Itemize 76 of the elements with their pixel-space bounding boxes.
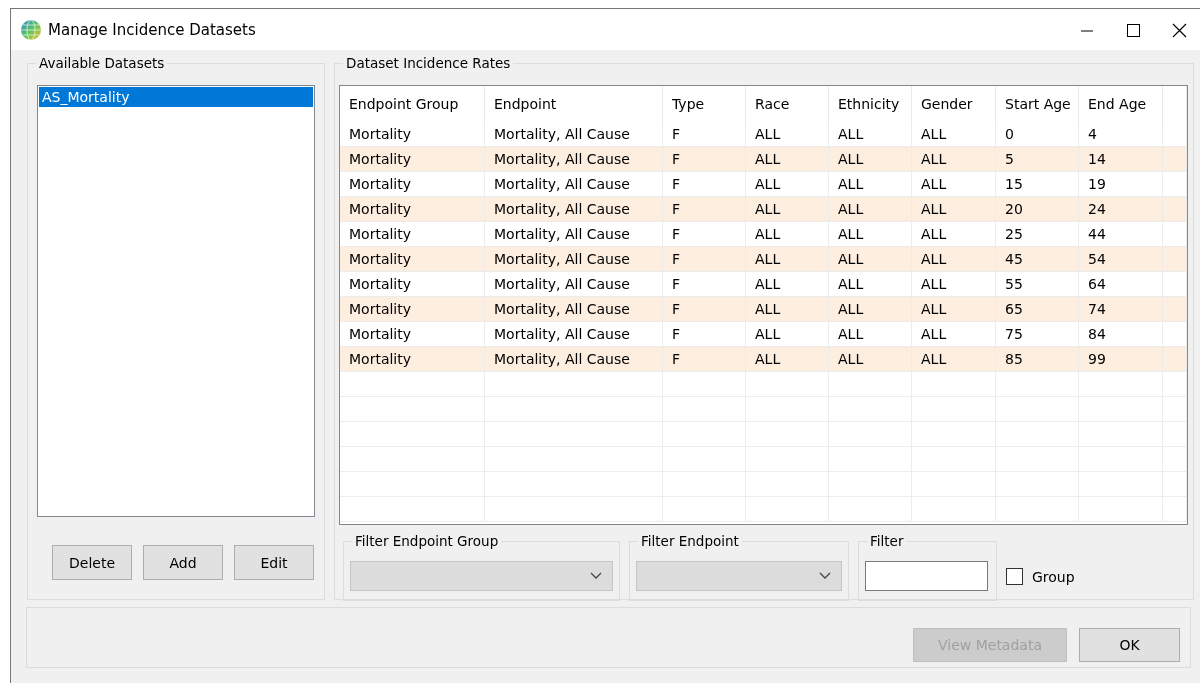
action-button[interactable]: Add: [143, 545, 223, 580]
table-cell: 74: [1079, 297, 1163, 322]
table-cell: 99: [1079, 347, 1163, 372]
table-cell: ALL: [912, 347, 996, 372]
checkbox-label: Group: [1032, 568, 1075, 585]
column-header[interactable]: Type: [663, 86, 746, 122]
table-cell: 24: [1079, 197, 1163, 222]
group-label: Available Datasets: [36, 55, 168, 71]
column-header[interactable]: Gender: [912, 86, 996, 122]
table-cell: [1163, 397, 1187, 422]
table-cell: ALL: [829, 297, 912, 322]
table-cell: 14: [1079, 147, 1163, 172]
chevron-icon: [819, 572, 831, 580]
column-header[interactable]: Start Age: [996, 86, 1079, 122]
table-cell: ALL: [912, 247, 996, 272]
table-cell: ALL: [746, 147, 829, 172]
table-cell: Mortality: [340, 297, 485, 322]
table-cell: Mortality, All Cause: [485, 247, 663, 272]
table-cell: ALL: [746, 347, 829, 372]
window-title: Manage Incidence Datasets: [48, 20, 257, 39]
group-label: Filter Endpoint Group: [352, 533, 502, 549]
table-cell: ALL: [912, 297, 996, 322]
table-cell: 5: [996, 147, 1079, 172]
table-cell: 65: [996, 297, 1079, 322]
checkbox[interactable]: [1006, 568, 1023, 585]
table-cell: [1163, 197, 1187, 222]
table-cell: [1163, 297, 1187, 322]
table-cell: Mortality, All Cause: [485, 147, 663, 172]
table-cell: Mortality: [340, 197, 485, 222]
table-cell: F: [663, 147, 746, 172]
group-label: Dataset Incidence Rates: [343, 55, 514, 71]
ok-button[interactable]: OK: [1079, 628, 1180, 662]
chevron-icon: [590, 572, 602, 580]
table-cell: ALL: [746, 247, 829, 272]
column-header[interactable]: Race: [746, 86, 829, 122]
action-button[interactable]: Edit: [234, 545, 314, 580]
table-cell: 45: [996, 247, 1079, 272]
column-header[interactable]: Endpoint: [485, 86, 663, 122]
table-cell: ALL: [829, 197, 912, 222]
column-header[interactable]: End Age: [1079, 86, 1163, 122]
list-item[interactable]: AS_Mortality: [39, 87, 313, 107]
table-cell: 20: [996, 197, 1079, 222]
table-cell: Mortality: [340, 147, 485, 172]
table-cell: ALL: [829, 147, 912, 172]
table-cell: [1163, 497, 1187, 522]
table-cell: [1163, 147, 1187, 172]
table-cell: F: [663, 247, 746, 272]
table-cell: ALL: [912, 147, 996, 172]
group-label: Filter Endpoint: [638, 533, 742, 549]
column-header[interactable]: Ethnicity: [829, 86, 912, 122]
table-cell: F: [663, 347, 746, 372]
table-cell: [1163, 472, 1187, 497]
table-cell: ALL: [746, 197, 829, 222]
table-cell: Mortality, All Cause: [485, 197, 663, 222]
column-header[interactable]: Endpoint Group: [340, 86, 485, 122]
globe-icon: [20, 18, 42, 41]
table-cell: 85: [996, 347, 1079, 372]
table-cell: 54: [1079, 247, 1163, 272]
table-cell: ALL: [746, 297, 829, 322]
table-cell: Mortality: [340, 347, 485, 372]
table-cell: F: [663, 297, 746, 322]
table-cell: [1163, 447, 1187, 472]
table-cell: Mortality, All Cause: [485, 297, 663, 322]
table-cell: ALL: [829, 347, 912, 372]
group-label: Filter: [867, 533, 907, 549]
action-button[interactable]: Delete: [52, 545, 132, 580]
table-cell: ALL: [829, 247, 912, 272]
table-cell: [1163, 422, 1187, 447]
filter-field[interactable]: [865, 561, 988, 591]
table-cell: ALL: [912, 197, 996, 222]
table-cell: [1163, 347, 1187, 372]
table-cell: [1163, 247, 1187, 272]
table-cell: Mortality, All Cause: [485, 347, 663, 372]
table-cell: [1163, 372, 1187, 397]
table-cell: Mortality: [340, 247, 485, 272]
table-cell: F: [663, 197, 746, 222]
